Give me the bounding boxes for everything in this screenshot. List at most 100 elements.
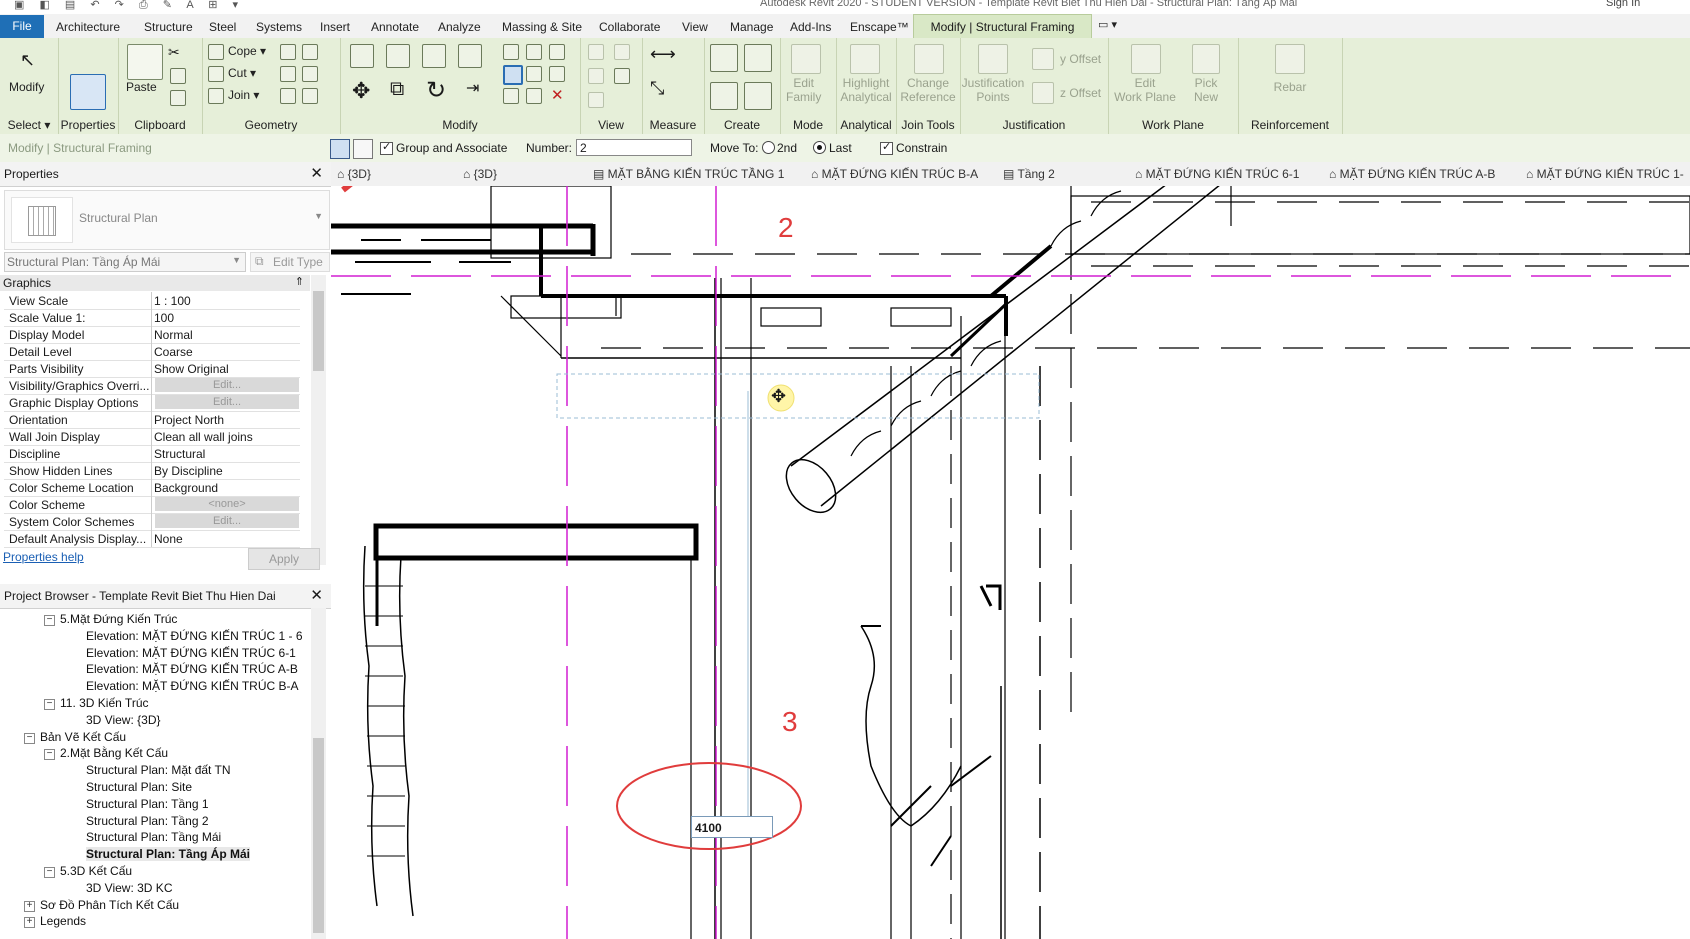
create-assembly-icon[interactable] bbox=[710, 44, 738, 72]
array-distance-input[interactable]: 4100 bbox=[691, 816, 773, 838]
graphics-section-header[interactable]: Graphics ⇑ bbox=[0, 275, 310, 291]
properties-help-link[interactable]: Properties help bbox=[3, 550, 84, 564]
pin-icon[interactable] bbox=[549, 44, 565, 60]
highlight-analytical-button[interactable]: Highlight Analytical bbox=[836, 76, 896, 104]
split-element-icon[interactable] bbox=[503, 44, 519, 60]
scale-icon[interactable] bbox=[526, 66, 542, 82]
mirror-pick-axis-icon[interactable] bbox=[422, 44, 446, 68]
property-value[interactable]: Clean all wall joins bbox=[154, 430, 300, 444]
property-edit-button[interactable]: <none> bbox=[155, 497, 299, 511]
tab-annotate[interactable]: Annotate bbox=[371, 20, 419, 34]
select-panel-title[interactable]: Select ▾ bbox=[0, 118, 58, 132]
tab-steel[interactable]: Steel bbox=[209, 20, 236, 34]
tab-insert[interactable]: Insert bbox=[320, 20, 350, 34]
property-value[interactable]: 100 bbox=[154, 311, 300, 325]
create-similar-icon[interactable] bbox=[744, 82, 772, 110]
aligned-dimension-icon[interactable]: ⤡ bbox=[650, 78, 664, 99]
copy-element-icon[interactable]: ⧉ bbox=[390, 78, 404, 101]
view-tab-mat-bang-tang-1[interactable]: ▤ MẶT BẰNG KIẾN TRÚC TẦNG 1 bbox=[593, 167, 784, 181]
demolish-icon[interactable] bbox=[302, 66, 318, 82]
browser-tree-item[interactable]: Bản Vẽ Kết Cấu bbox=[40, 730, 126, 744]
eraser-icon[interactable] bbox=[588, 92, 604, 108]
panel-toggle-icon[interactable]: ▭ ▾ bbox=[1098, 18, 1117, 31]
collapse-icon[interactable]: − bbox=[24, 732, 35, 744]
view-tab-3d-2[interactable]: ⌂ {3D} bbox=[463, 167, 497, 181]
match-properties-icon[interactable] bbox=[170, 90, 186, 106]
close-icon[interactable]: ✕ bbox=[310, 164, 323, 182]
paste-icon[interactable] bbox=[127, 44, 163, 80]
tab-collaborate[interactable]: Collaborate bbox=[599, 20, 660, 34]
wall-joins-icon[interactable] bbox=[280, 66, 296, 82]
move-icon[interactable]: ✥ bbox=[352, 78, 370, 104]
property-value[interactable]: Background bbox=[154, 481, 300, 495]
browser-tree-item[interactable]: Structural Plan: Mặt đất TN bbox=[86, 763, 231, 777]
property-value[interactable]: 1 : 100 bbox=[154, 294, 300, 308]
view-tab-tang-2[interactable]: ▤ Tầng 2 bbox=[1003, 167, 1055, 181]
tab-add-ins[interactable]: Add-Ins bbox=[790, 20, 831, 34]
z-offset-button[interactable]: z Offset bbox=[1060, 86, 1101, 100]
collapse-icon[interactable]: − bbox=[44, 699, 55, 710]
pick-new-button[interactable]: Pick New bbox=[1188, 76, 1224, 104]
tab-view[interactable]: View bbox=[682, 20, 708, 34]
collapse-icon[interactable]: − bbox=[44, 615, 55, 626]
move-to-2nd-radio[interactable] bbox=[762, 141, 775, 154]
browser-tree-item[interactable]: Structural Plan: Tầng Áp Mái bbox=[86, 847, 251, 862]
hide-element-icon[interactable] bbox=[614, 44, 630, 60]
quick-access-toolbar[interactable]: ▣ ◧ ▤ ↶ ↷ ⎙ ✎ A ⊞ ▾ bbox=[14, 0, 244, 12]
browser-tree-item[interactable]: 3D View: {3D} bbox=[86, 713, 161, 727]
split-face-icon[interactable] bbox=[280, 44, 296, 60]
browser-scroll-thumb[interactable] bbox=[313, 738, 324, 933]
file-tab[interactable]: File bbox=[0, 15, 44, 38]
measure-distance-icon[interactable]: ⟷ bbox=[650, 44, 676, 65]
tab-massing-site[interactable]: Massing & Site bbox=[502, 20, 582, 34]
property-value[interactable]: None bbox=[154, 532, 300, 546]
tab-manage[interactable]: Manage bbox=[730, 20, 773, 34]
browser-tree-item[interactable]: Elevation: MẶT ĐỨNG KIẾN TRÚC B-A bbox=[86, 679, 299, 693]
create-parts-icon[interactable] bbox=[744, 44, 772, 72]
edit-family-button[interactable]: Edit Family bbox=[786, 76, 821, 104]
split-gap-icon[interactable] bbox=[526, 44, 542, 60]
collapse-icon[interactable]: − bbox=[44, 749, 55, 761]
browser-tree-item[interactable]: Structural Plan: Tầng Mái bbox=[86, 830, 221, 844]
cut-geometry-icon[interactable] bbox=[208, 66, 224, 82]
linework-icon[interactable] bbox=[588, 68, 604, 84]
trim-extend-single-icon[interactable] bbox=[503, 88, 519, 104]
browser-tree-item[interactable]: Elevation: MẶT ĐỨNG KIẾN TRÚC A-B bbox=[86, 662, 298, 676]
tab-systems[interactable]: Systems bbox=[256, 20, 302, 34]
properties-scrollbar[interactable] bbox=[311, 275, 326, 565]
properties-scroll-thumb[interactable] bbox=[313, 291, 324, 371]
browser-tree-item[interactable]: 11. 3D Kiến Trúc bbox=[60, 696, 149, 710]
property-value[interactable]: Show Original bbox=[154, 362, 300, 376]
number-input[interactable]: 2 bbox=[576, 139, 692, 156]
rotate-icon[interactable]: ↻ bbox=[426, 76, 446, 105]
sign-in-link[interactable]: Sign In bbox=[1606, 0, 1640, 9]
trim-extend-icon[interactable]: ⇥ bbox=[466, 78, 479, 98]
browser-tree-item[interactable]: Legends bbox=[40, 914, 86, 928]
property-edit-button[interactable]: Edit... bbox=[155, 378, 299, 392]
justification-points-button[interactable]: Justification Points bbox=[960, 76, 1026, 104]
array-icon[interactable] bbox=[503, 65, 523, 85]
browser-scrollbar[interactable] bbox=[311, 608, 326, 939]
line-style-icon[interactable] bbox=[614, 68, 630, 84]
close-icon[interactable]: ✕ bbox=[310, 586, 323, 604]
delete-icon[interactable]: ✕ bbox=[551, 86, 564, 104]
browser-tree-item[interactable]: Elevation: MẶT ĐỨNG KIẾN TRÚC 1 - 6 bbox=[86, 629, 303, 643]
browser-tree-item[interactable]: 5.3D Kết Cấu bbox=[60, 864, 132, 878]
browser-tree-item[interactable]: Structural Plan: Tầng 2 bbox=[86, 814, 209, 828]
paint-icon[interactable] bbox=[302, 44, 318, 60]
view-tab-mat-dung-1[interactable]: ⌂ MẶT ĐỨNG KIẾN TRÚC 1- bbox=[1526, 167, 1684, 181]
property-edit-button[interactable]: Edit... bbox=[155, 395, 299, 409]
expand-icon[interactable]: + bbox=[24, 900, 35, 912]
browser-tree-item[interactable]: Structural Plan: Tầng 1 bbox=[86, 797, 209, 811]
hammer-icon[interactable] bbox=[302, 88, 318, 104]
rebar-icon[interactable] bbox=[1275, 44, 1305, 74]
join-button[interactable]: Join ▾ bbox=[228, 88, 259, 102]
rebar-button[interactable]: Rebar bbox=[1238, 80, 1342, 94]
y-offset-button[interactable]: y Offset bbox=[1060, 52, 1101, 66]
property-value[interactable]: By Discipline bbox=[154, 464, 300, 478]
change-reference-button[interactable]: Change Reference bbox=[896, 76, 960, 104]
tab-analyze[interactable]: Analyze bbox=[438, 20, 481, 34]
properties-icon[interactable] bbox=[70, 74, 106, 110]
override-graphics-icon[interactable] bbox=[588, 44, 604, 60]
view-tab-mat-dung-6-1[interactable]: ⌂ MẶT ĐỨNG KIẾN TRÚC 6-1 bbox=[1135, 167, 1299, 181]
